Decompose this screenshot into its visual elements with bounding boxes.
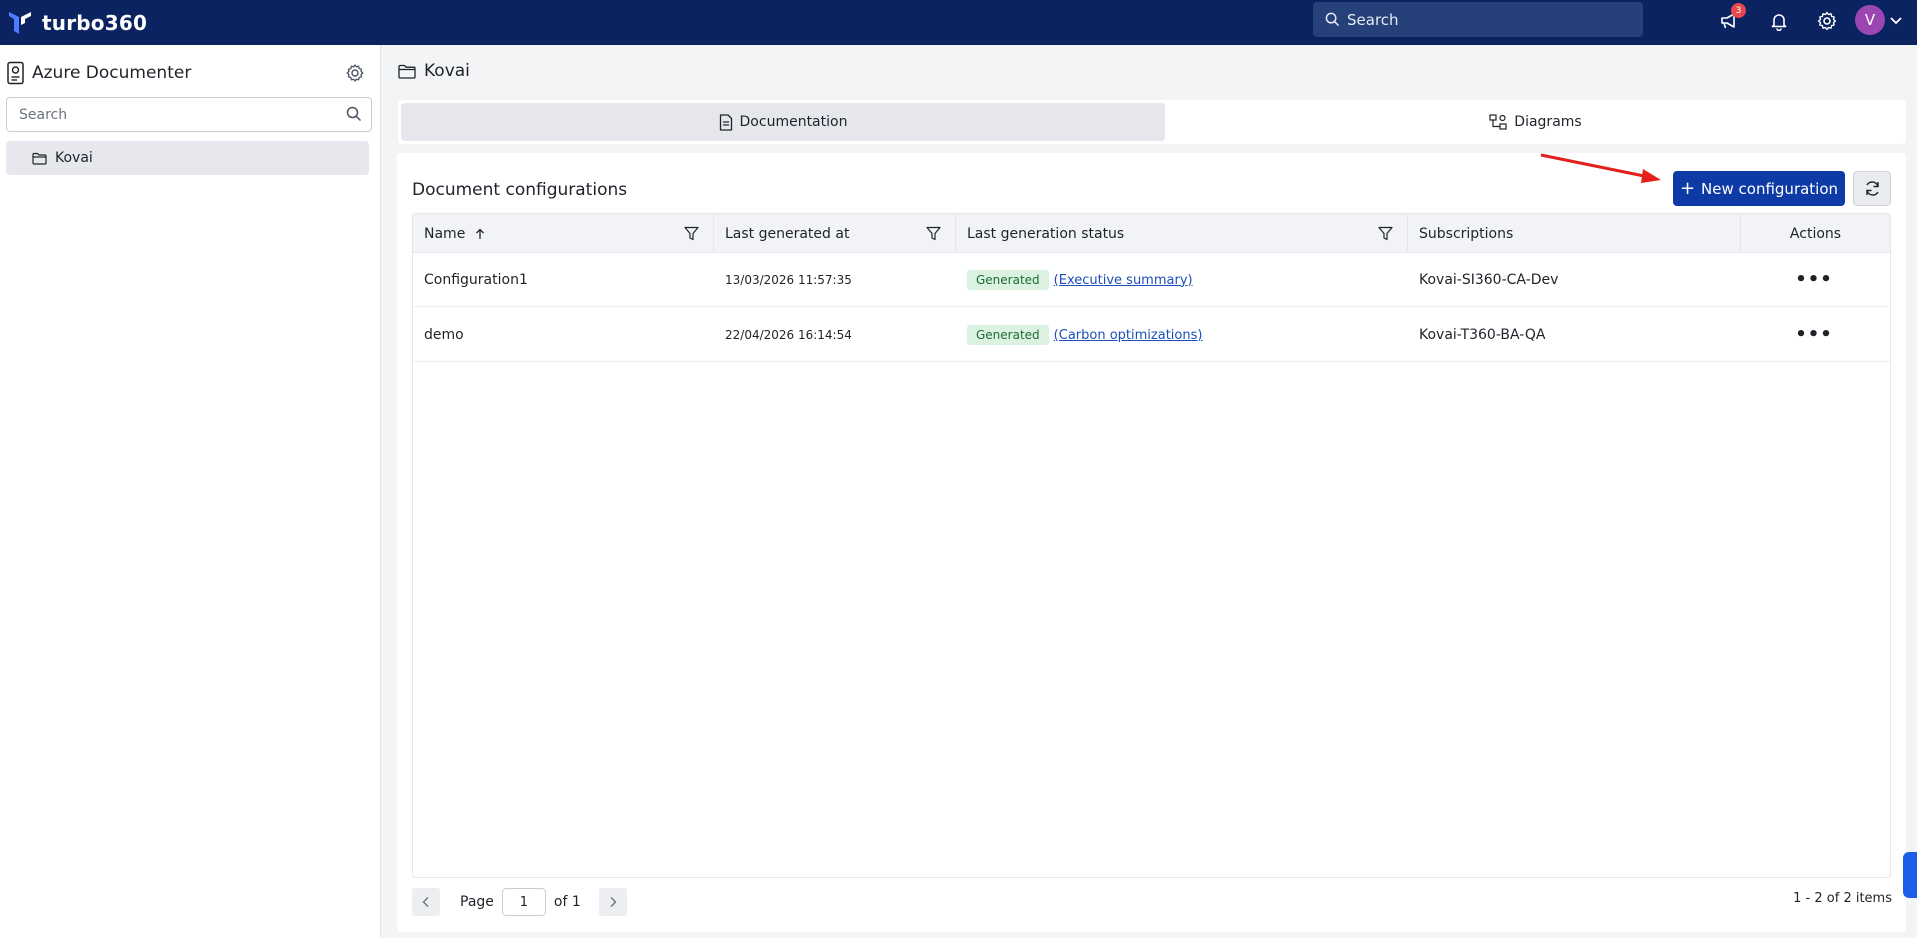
announcements-button[interactable]: 3 — [1716, 3, 1746, 35]
column-header-name[interactable]: Name — [413, 214, 714, 253]
cell-subscription: Kovai-T360-BA-QA — [1419, 327, 1546, 343]
column-header-actions: Actions — [1741, 214, 1890, 253]
global-search-input[interactable]: Search — [1313, 2, 1643, 37]
configurations-panel: Document configurations + New configurat… — [397, 153, 1906, 932]
cell-subscription: Kovai-SI360-CA-Dev — [1419, 272, 1559, 288]
status-badge: Generated — [967, 270, 1049, 290]
tree-item-label: Kovai — [55, 150, 93, 166]
search-icon[interactable] — [346, 106, 362, 122]
bell-icon — [1771, 14, 1787, 31]
search-icon — [1325, 12, 1340, 27]
turbo360-logo-icon — [9, 11, 31, 34]
cell-last-generated: 22/04/2026 16:14:54 — [725, 328, 852, 342]
notifications-button[interactable] — [1765, 7, 1793, 35]
tab-diagrams[interactable]: Diagrams — [1168, 103, 1903, 141]
cell-name: Configuration1 — [424, 272, 528, 288]
plus-icon: + — [1679, 178, 1696, 199]
status-badge: Generated — [967, 325, 1049, 345]
sidebar-title: Azure Documenter — [32, 63, 192, 83]
column-header-label: Name — [424, 225, 466, 242]
help-widget-tab[interactable] — [1903, 852, 1917, 898]
new-configuration-button[interactable]: + New configuration — [1673, 171, 1845, 206]
chevron-down-icon[interactable] — [1888, 12, 1904, 28]
report-link[interactable]: (Carbon optimizations) — [1054, 328, 1203, 343]
column-header-label: Last generation status — [967, 225, 1125, 242]
gear-icon[interactable] — [345, 63, 365, 83]
table-header: Name Last generated at Last generation s… — [413, 214, 1890, 253]
cell-last-generated: 13/03/2026 11:57:35 — [725, 273, 852, 287]
sidebar-search — [6, 97, 372, 132]
column-header-subscriptions[interactable]: Subscriptions — [1408, 214, 1741, 253]
document-icon — [719, 113, 732, 131]
column-header-last-generated[interactable]: Last generated at — [714, 214, 956, 253]
tab-documentation[interactable]: Documentation — [401, 103, 1165, 141]
page-number-input[interactable] — [501, 888, 546, 916]
user-avatar[interactable]: V — [1855, 5, 1885, 35]
filter-icon[interactable] — [684, 226, 699, 241]
documenter-icon — [7, 61, 24, 85]
column-header-label: Actions — [1789, 225, 1842, 242]
folder-icon — [398, 64, 416, 79]
cell-name: demo — [424, 327, 464, 343]
column-header-status[interactable]: Last generation status — [956, 214, 1408, 253]
table-row[interactable]: demo 22/04/2026 16:14:54 Generated (Carb… — [413, 308, 1890, 362]
global-search-placeholder: Search — [1347, 10, 1399, 29]
pagination: Page of 1 — [412, 887, 627, 917]
tab-documentation-label: Documentation — [739, 114, 848, 130]
refresh-button[interactable] — [1853, 171, 1891, 206]
table-row[interactable]: Configuration1 13/03/2026 11:57:35 Gener… — [413, 253, 1890, 307]
sidebar: Azure Documenter Kovai — [0, 45, 381, 938]
column-header-label: Last generated at — [725, 225, 850, 242]
items-count: 1 - 2 of 2 items — [1793, 891, 1892, 906]
column-header-label: Subscriptions — [1419, 225, 1514, 242]
gear-icon — [1817, 11, 1837, 31]
sort-asc-icon[interactable] — [475, 228, 485, 240]
filter-icon[interactable] — [1378, 226, 1393, 241]
filter-icon[interactable] — [926, 226, 941, 241]
chevron-left-icon — [422, 897, 429, 907]
folder-icon — [32, 152, 47, 165]
refresh-icon — [1865, 181, 1879, 196]
panel-title: Document configurations — [412, 180, 628, 200]
sidebar-search-input[interactable] — [7, 98, 327, 131]
view-tabs: Documentation Diagrams — [398, 100, 1906, 144]
brand-name: turbo360 — [42, 10, 148, 35]
more-icon[interactable]: ••• — [1795, 269, 1832, 290]
page-total-label: of 1 — [553, 894, 581, 910]
chevron-right-icon — [610, 897, 617, 907]
sidebar-header: Azure Documenter — [6, 59, 366, 87]
tab-diagrams-label: Diagrams — [1514, 114, 1582, 130]
more-icon[interactable]: ••• — [1795, 324, 1832, 345]
notification-count-badge: 3 — [1731, 3, 1746, 18]
next-page-button[interactable] — [598, 888, 627, 916]
breadcrumb-label: Kovai — [424, 61, 470, 81]
tree-item-kovai[interactable]: Kovai — [6, 141, 369, 175]
brand[interactable]: turbo360 — [8, 10, 147, 36]
cell-status: Generated (Executive summary) — [956, 253, 1193, 307]
previous-page-button[interactable] — [412, 888, 440, 916]
settings-button[interactable] — [1813, 7, 1841, 35]
page-label: Page — [460, 894, 494, 910]
new-configuration-label: New configuration — [1701, 179, 1839, 198]
diagram-icon — [1489, 114, 1507, 130]
top-bar: turbo360 Search 3 V — [0, 0, 1917, 45]
report-link[interactable]: (Executive summary) — [1054, 273, 1193, 288]
cell-status: Generated (Carbon optimizations) — [956, 308, 1202, 362]
breadcrumb: Kovai — [398, 61, 470, 81]
configurations-table: Name Last generated at Last generation s… — [412, 213, 1891, 878]
annotation-arrow — [1540, 153, 1661, 183]
